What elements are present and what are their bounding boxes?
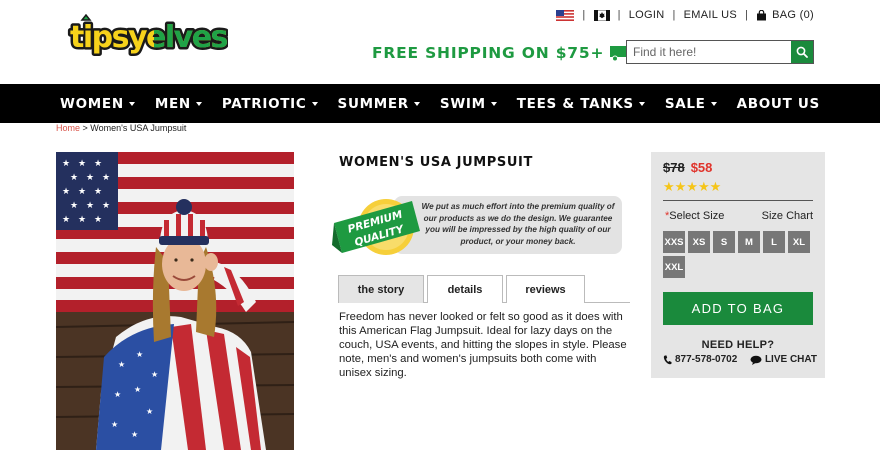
breadcrumb-current: Women's USA Jumpsuit [90, 123, 187, 133]
chevron-down-icon [710, 101, 717, 106]
need-help-heading: NEED HELP? [701, 339, 775, 351]
svg-text:★: ★ [102, 173, 110, 183]
svg-text:★: ★ [78, 159, 86, 169]
tab-reviews[interactable]: reviews [506, 275, 585, 303]
email-us-link[interactable]: EMAIL US [684, 9, 737, 21]
breadcrumb-separator: > [80, 123, 91, 133]
breadcrumb: Home > Women's USA Jumpsuit [56, 123, 186, 133]
svg-text:★: ★ [86, 173, 94, 183]
svg-text:★: ★ [78, 187, 86, 197]
tab-details[interactable]: details [427, 275, 503, 303]
premium-quality-banner: We put as much effort into the premium q… [332, 193, 624, 257]
size-option-s[interactable]: S [713, 231, 735, 253]
tab-the-story[interactable]: the story [338, 275, 424, 303]
utility-bar: | | LOGIN | EMAIL US | BAG (0) [556, 9, 814, 21]
chevron-down-icon [413, 101, 420, 106]
product-description: Freedom has never looked or felt so good… [339, 311, 627, 379]
svg-text:★: ★ [86, 201, 94, 211]
size-option-xxs[interactable]: XXS [663, 231, 685, 253]
chevron-down-icon [195, 101, 202, 106]
svg-text:★: ★ [131, 430, 138, 439]
buy-box: $78 $58 ★★★★★ *Select Size Size Chart XXS… [651, 152, 825, 378]
nav-item-sale[interactable]: SALE [665, 96, 717, 112]
svg-text:★: ★ [151, 370, 158, 379]
breadcrumb-home-link[interactable]: Home [56, 123, 80, 133]
product-tabs: the story details reviews [338, 275, 630, 303]
sale-price: $58 [690, 160, 713, 175]
free-shipping-text: FREE SHIPPING ON $75+ [372, 44, 605, 62]
size-options: XXS XS S M L XL XXL [663, 231, 819, 281]
svg-text:★: ★ [70, 173, 78, 183]
canada-flag-icon[interactable] [593, 9, 610, 21]
svg-text:★: ★ [94, 215, 102, 225]
size-option-m[interactable]: M [738, 231, 760, 253]
add-to-bag-button[interactable]: ADD TO BAG [663, 292, 813, 325]
svg-text:★: ★ [94, 159, 102, 169]
product-title: WOMEN'S USA JUMPSUIT [339, 155, 533, 170]
svg-text:★: ★ [62, 187, 70, 197]
main-nav: WOMEN MEN PATRIOTIC SUMMER SWIM TEES & T… [0, 84, 880, 123]
search-button[interactable] [791, 41, 813, 63]
chevron-down-icon [311, 101, 318, 106]
svg-text:★: ★ [78, 215, 86, 225]
nav-item-women[interactable]: WOMEN [60, 96, 135, 112]
size-option-xxl[interactable]: XXL [663, 256, 685, 278]
svg-text:★: ★ [94, 187, 102, 197]
original-price: $78 [663, 160, 685, 175]
size-option-l[interactable]: L [763, 231, 785, 253]
nav-item-swim[interactable]: SWIM [440, 96, 497, 112]
bag-link[interactable]: BAG (0) [772, 9, 814, 21]
tipsyelves-logo[interactable]: tipsyelves tipsyelves [66, 14, 228, 64]
quality-guarantee-text: We put as much effort into the premium q… [421, 202, 615, 246]
free-shipping-banner[interactable]: FREE SHIPPING ON $75+ [372, 44, 638, 62]
svg-text:★: ★ [118, 360, 125, 369]
size-option-xs[interactable]: XS [688, 231, 710, 253]
svg-text:★: ★ [70, 201, 78, 211]
svg-text:★: ★ [134, 385, 141, 394]
nav-item-summer[interactable]: SUMMER [338, 96, 420, 112]
contact-options: 877-578-0702 LIVE CHAT [663, 354, 817, 365]
price: $78 $58 [663, 160, 712, 175]
chevron-down-icon [638, 101, 645, 106]
size-option-xl[interactable]: XL [788, 231, 810, 253]
svg-text:★: ★ [136, 350, 143, 359]
chevron-down-icon [128, 101, 135, 106]
search-icon [796, 46, 808, 58]
chevron-down-icon [490, 101, 497, 106]
phone-link[interactable]: 877-578-0702 [663, 354, 737, 365]
nav-item-tees-tanks[interactable]: TEES & TANKS [517, 96, 645, 112]
premium-quality-badge: PREMIUM QUALITY [332, 199, 420, 255]
product-page: tipsyelves tipsyelves | | LOGIN | EMAIL … [0, 0, 880, 450]
rating-stars[interactable]: ★★★★★ [663, 179, 721, 195]
search-box [626, 40, 814, 64]
chat-bubble-icon [750, 355, 762, 365]
bag-icon[interactable] [756, 9, 767, 21]
nav-item-patriotic[interactable]: PATRIOTIC [222, 96, 318, 112]
search-input[interactable] [627, 41, 791, 63]
svg-text:★: ★ [111, 420, 118, 429]
phone-icon [663, 355, 672, 364]
svg-text:★: ★ [114, 390, 121, 399]
svg-text:★: ★ [146, 407, 153, 416]
svg-text:★: ★ [62, 159, 70, 169]
product-image[interactable]: ★ ★ ★ ★ ★ ★ ★ ★ ★ ★ ★ ★ ★ ★ ★ ★★★ ★★★ ★★ [56, 152, 294, 450]
svg-text:★: ★ [62, 215, 70, 225]
divider [663, 200, 813, 201]
select-size-label: *Select Size [665, 210, 725, 222]
nav-item-about-us[interactable]: ABOUT US [737, 96, 820, 112]
svg-text:★: ★ [102, 201, 110, 211]
size-chart-link[interactable]: Size Chart [762, 210, 813, 222]
login-link[interactable]: LOGIN [629, 9, 665, 21]
us-flag-icon[interactable] [556, 9, 575, 21]
live-chat-link[interactable]: LIVE CHAT [750, 354, 817, 365]
nav-item-men[interactable]: MEN [155, 96, 202, 112]
